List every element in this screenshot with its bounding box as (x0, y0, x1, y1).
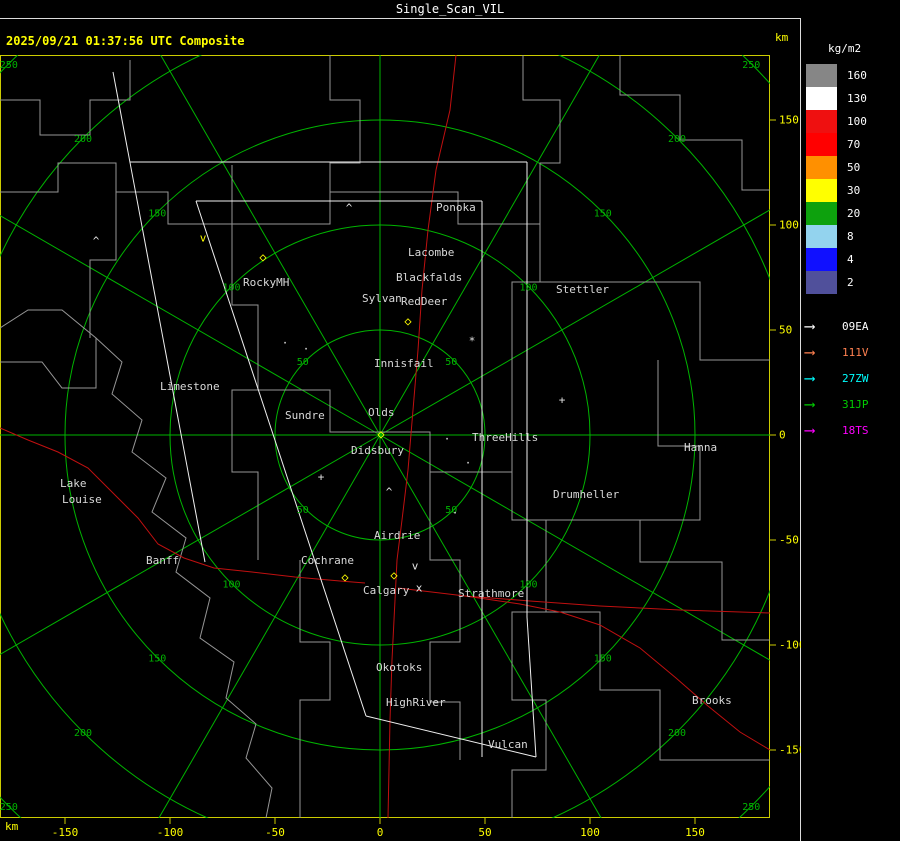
ring-label: 100 (223, 579, 241, 590)
legend-value: 130 (847, 92, 867, 105)
road-line (387, 55, 457, 818)
boundary-line (546, 611, 770, 761)
track-id: 18TS (842, 423, 869, 437)
track-arrow-icon: ⟶ (805, 317, 815, 335)
legend-value: 70 (847, 138, 861, 151)
radar-map[interactable]: 5010015020025050100150200250501001502002… (0, 0, 900, 841)
track-arrow-icon: ⟶ (805, 395, 815, 413)
legend-swatch (806, 202, 837, 225)
right-axis-unit: km (775, 31, 789, 44)
coverage-line (112, 71, 206, 563)
legend-swatch (806, 179, 837, 202)
road-line (464, 595, 770, 614)
ring-label: 200 (668, 728, 686, 739)
ring-label: 200 (74, 134, 92, 145)
boundary-line (546, 519, 770, 641)
legend-scale-row: 100 (806, 110, 898, 133)
boundary-line (299, 560, 331, 818)
boundary-line (522, 55, 561, 224)
ring-label: 200 (668, 134, 686, 145)
ring-label: 100 (223, 283, 241, 294)
range-ring (0, 55, 770, 818)
legend-scale-row: 4 (806, 248, 898, 271)
boundary-line (258, 389, 512, 473)
legend-tracks: ⟶ 09EA ⟶ 111V ⟶ 27ZW ⟶ 31JP ⟶ 18TS (805, 313, 899, 443)
boundary-line (619, 55, 770, 191)
coverage-line (526, 616, 537, 758)
legend-value: 100 (847, 115, 867, 128)
boundary-line (0, 60, 131, 136)
legend-value: 30 (847, 184, 861, 197)
boundary-line (0, 309, 97, 389)
track-arrow-icon: ⟶ (805, 369, 815, 387)
ring-label: 150 (148, 208, 166, 219)
radial-line (158, 434, 381, 818)
legend-value: 160 (847, 69, 867, 82)
legend-value: 4 (847, 253, 854, 266)
legend-scale: 160 130 100 70 50 30 20 8 4 2 (806, 64, 898, 294)
boundary-line (511, 281, 547, 818)
legend-value: 50 (847, 161, 861, 174)
boundary-line (89, 192, 117, 338)
track-id: 111V (842, 345, 869, 359)
legend-scale-row: 2 (806, 271, 898, 294)
legend-swatch (806, 87, 837, 110)
boundary-line (232, 191, 540, 225)
ring-label: 150 (594, 208, 612, 219)
track-id: 31JP (842, 397, 869, 411)
radial-line (379, 55, 600, 436)
radar-window: Single_Scan_VIL 50 100 150 200 250 50 100 150 20… (0, 0, 900, 841)
legend-swatch (806, 156, 837, 179)
ring-label: 100 (519, 579, 537, 590)
legend-scale-row: 30 (806, 179, 898, 202)
ring-label: 250 (0, 802, 18, 813)
legend-swatch (806, 248, 837, 271)
legend-track-row: ⟶ 31JP (805, 391, 899, 417)
ring-label: 250 (742, 802, 760, 813)
track-id: 27ZW (842, 371, 869, 385)
legend-scale-row: 50 (806, 156, 898, 179)
legend-swatch (806, 271, 837, 294)
radial-line (379, 434, 602, 818)
ring-label: 100 (519, 283, 537, 294)
track-id: 09EA (842, 319, 869, 333)
track-arrow-icon: ⟶ (805, 343, 815, 361)
ring-label: 200 (74, 728, 92, 739)
legend-panel: kg/m2 160 130 100 70 50 30 20 8 4 2 ⟶ 09EA ⟶ 111V ⟶ 27… (801, 18, 900, 841)
track-arrow-icon: ⟶ (805, 421, 815, 439)
ring-label: 50 (445, 357, 457, 368)
ring-label: 250 (0, 60, 18, 71)
boundary-line (539, 224, 770, 361)
scan-datetime: 2025/09/21 01:37:56 UTC Composite (6, 34, 245, 48)
ring-label: 50 (445, 505, 457, 516)
legend-scale-row: 130 (806, 87, 898, 110)
legend-track-row: ⟶ 09EA (805, 313, 899, 339)
legend-track-row: ⟶ 111V (805, 339, 899, 365)
ring-label: 250 (742, 60, 760, 71)
bottom-axis-unit: km (5, 820, 19, 833)
legend-scale-row: 160 (806, 64, 898, 87)
boundary-line (329, 55, 361, 224)
legend-scale-row: 20 (806, 202, 898, 225)
legend-swatch (806, 110, 837, 133)
legend-value: 20 (847, 207, 861, 220)
legend-scale-row: 8 (806, 225, 898, 248)
legend-scale-row: 70 (806, 133, 898, 156)
legend-swatch (806, 225, 837, 248)
legend-value: 8 (847, 230, 854, 243)
legend-value: 2 (847, 276, 854, 289)
radial-line (160, 55, 381, 436)
legend-swatch (806, 133, 837, 156)
legend-unit: kg/m2 (828, 42, 862, 55)
ring-label: 150 (148, 654, 166, 665)
legend-track-row: ⟶ 27ZW (805, 365, 899, 391)
ring-label: 50 (297, 505, 309, 516)
legend-swatch (806, 64, 837, 87)
coverage-line (195, 200, 367, 717)
boundary-line (95, 337, 273, 818)
ring-label: 50 (297, 357, 309, 368)
legend-track-row: ⟶ 18TS (805, 417, 899, 443)
ring-label: 150 (594, 654, 612, 665)
